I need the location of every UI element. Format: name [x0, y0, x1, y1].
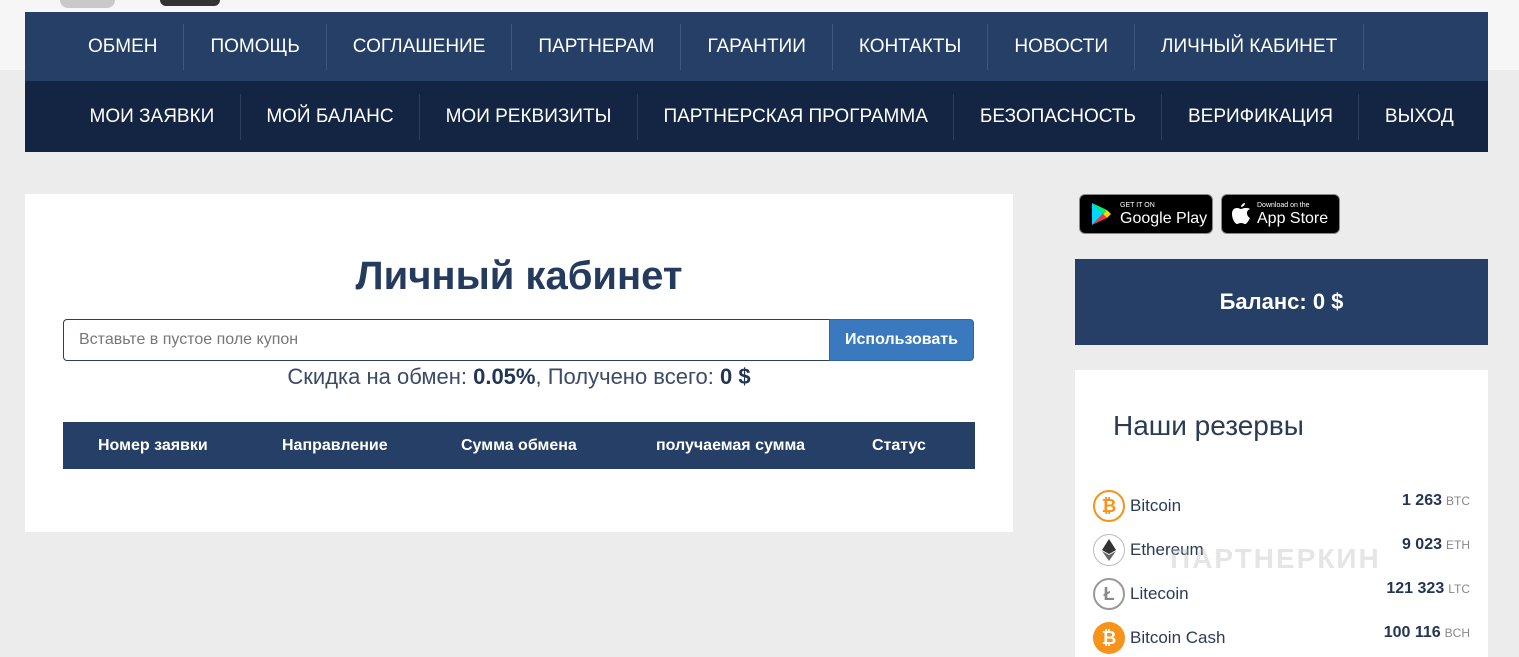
nav-item-news[interactable]: НОВОСТИ [988, 23, 1136, 70]
column-header-order-number[interactable]: Номер заявки [98, 437, 208, 455]
nav-item-partners[interactable]: ПАРТНЕРАМ [512, 23, 682, 70]
nav-item-guarantees[interactable]: ГАРАНТИИ [681, 23, 833, 70]
reserves-panel: Наши резервы ₿ Bitcoin 1 263 BTC Ethereum… [1075, 370, 1488, 657]
reserve-unit: BCH [1444, 626, 1470, 640]
received-value: 0 $ [720, 364, 751, 389]
app-store-badge[interactable]: Download on the App Store [1221, 194, 1340, 234]
watermark: ПАРТНЕРКИН [1170, 543, 1381, 574]
google-play-small-text: GET IT ON [1120, 201, 1155, 209]
reserve-row-bitcoin[interactable]: ₿ Bitcoin 1 263 BTC [1093, 488, 1470, 522]
app-store-big-text: App Store [1257, 209, 1329, 227]
page-title: Личный кабинет [355, 254, 683, 298]
account-nav: МОИ ЗАЯВКИ МОЙ БАЛАНС МОИ РЕКВИЗИТЫ ПАРТ… [25, 81, 1488, 152]
discount-info: Скидка на обмен: 0.05%, Получено всего: … [25, 364, 1013, 390]
account-nav-security[interactable]: БЕЗОПАСНОСТЬ [954, 93, 1163, 140]
reserve-row-bitcoin-cash[interactable]: ₿ Bitcoin Cash 100 116 BCH [1093, 620, 1470, 654]
coupon-input[interactable] [63, 319, 829, 361]
account-nav-affiliate[interactable]: ПАРТНЕРСКАЯ ПРОГРАММА [638, 93, 955, 140]
discount-value: 0.05% [473, 364, 536, 389]
google-play-icon [1092, 203, 1111, 225]
column-header-direction[interactable]: Направление [282, 437, 388, 455]
coupon-form: Использовать [63, 319, 974, 361]
logo[interactable] [60, 0, 230, 10]
reserve-unit: LTC [1448, 582, 1470, 596]
account-nav-logout[interactable]: ВЫХОД [1359, 94, 1479, 140]
received-label: , Получено всего: [535, 364, 714, 389]
account-nav-requisites[interactable]: МОИ РЕКВИЗИТЫ [420, 93, 638, 140]
reserve-name: Bitcoin [1130, 496, 1182, 515]
orders-table-header: Номер заявки Направление Сумма обмена по… [63, 422, 975, 469]
column-header-status[interactable]: Статус [872, 437, 926, 455]
main-nav: ОБМЕН ПОМОЩЬ СОГЛАШЕНИЕ ПАРТНЕРАМ ГАРАНТ… [25, 12, 1488, 81]
reserve-unit: ETH [1446, 538, 1470, 552]
account-nav-verification[interactable]: ВЕРИФИКАЦИЯ [1162, 93, 1360, 140]
account-panel: Личный кабинет Использовать Скидка на об… [25, 194, 1013, 532]
use-coupon-button[interactable]: Использовать [829, 319, 974, 361]
bitcoin-icon: ₿ [1093, 490, 1125, 522]
reserve-amount: 9 023 [1401, 536, 1442, 553]
reserve-amount: 1 263 [1401, 492, 1442, 509]
reserve-name: Litecoin [1130, 584, 1189, 603]
apple-icon [1232, 203, 1250, 224]
column-header-received-amount[interactable]: получаемая сумма [656, 437, 805, 455]
nav-item-agreement[interactable]: СОГЛАШЕНИЕ [327, 23, 513, 70]
reserve-amount: 121 323 [1386, 580, 1445, 597]
nav-item-exchange[interactable]: ОБМЕН [63, 23, 185, 70]
nav-item-account[interactable]: ЛИЧНЫЙ КАБИНЕТ [1135, 23, 1365, 70]
litecoin-icon: Ł [1093, 578, 1125, 610]
reserve-name: Bitcoin Cash [1130, 628, 1226, 647]
ethereum-icon [1093, 534, 1125, 566]
bitcoin-cash-icon: ₿ [1093, 622, 1125, 654]
account-nav-balance[interactable]: МОЙ БАЛАНС [241, 93, 421, 140]
balance-box[interactable]: Баланс: 0 $ [1075, 259, 1488, 345]
reserve-unit: BTC [1446, 494, 1470, 508]
reserve-row-litecoin[interactable]: Ł Litecoin 121 323 LTC [1093, 576, 1470, 610]
nav-item-contacts[interactable]: КОНТАКТЫ [833, 23, 989, 70]
reserve-amount: 100 116 [1383, 624, 1441, 641]
google-play-big-text: Google Play [1120, 209, 1208, 227]
column-header-exchange-amount[interactable]: Сумма обмена [461, 437, 577, 455]
discount-label: Скидка на обмен: [287, 364, 467, 389]
google-play-badge[interactable]: GET IT ON Google Play [1079, 194, 1213, 234]
reserves-title: Наши резервы [1113, 410, 1304, 441]
account-nav-orders[interactable]: МОИ ЗАЯВКИ [64, 93, 241, 140]
nav-item-help[interactable]: ПОМОЩЬ [184, 23, 327, 70]
app-store-small-text: Download on the [1257, 201, 1310, 209]
